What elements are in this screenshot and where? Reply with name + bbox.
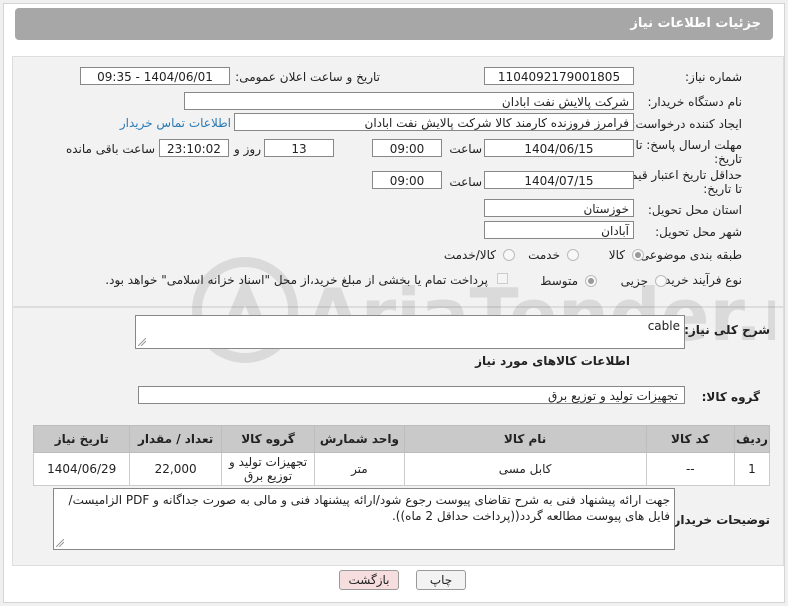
col-unit: واحد شمارش	[314, 425, 405, 453]
remaining-time-field: 23:10:02	[159, 139, 229, 157]
process-radio-medium[interactable]	[585, 275, 597, 287]
deadline-label: مهلت ارسال پاسخ: تا	[635, 138, 742, 152]
category-option-service: خدمت	[528, 248, 560, 262]
cell-row: 1	[733, 452, 771, 486]
goods-group-label: گروه کالا:	[701, 390, 760, 404]
remaining-time-label: ساعت باقی مانده	[65, 142, 155, 156]
print-button[interactable]: چاپ	[416, 570, 466, 590]
category-option-goods: کالا	[608, 248, 625, 262]
table-row: 1 -- کابل مسی متر تجهیزات تولید و توزیع …	[32, 452, 771, 486]
category-option-goods-service: کالا/خدمت	[443, 248, 496, 262]
days-remaining-field: 13	[264, 139, 334, 157]
items-section-title: اطلاعات کالاهای مورد نیاز	[475, 354, 630, 368]
cell-need-date: 1404/06/29	[32, 452, 131, 486]
category-radio-service[interactable]	[567, 249, 579, 261]
process-option-minor: جزیی	[620, 274, 648, 288]
category-radio-goods[interactable]	[632, 249, 644, 261]
category-radio-goods-service[interactable]	[503, 249, 515, 261]
col-name: نام کالا	[403, 425, 647, 453]
buyer-notes-text: جهت ارائه پیشنهاد فنی به شرح تقاضای پیوس…	[68, 493, 670, 523]
col-code: کد کالا	[645, 425, 735, 453]
deadline-label-2: تاریخ:	[714, 152, 742, 166]
price-validity-date-field: 1404/07/15	[484, 171, 634, 189]
need-number-field: 1104092179001805	[484, 67, 634, 85]
resize-grip-icon[interactable]	[56, 539, 64, 547]
page-title: جزئیات اطلاعات نیاز	[630, 16, 761, 31]
category-label: طبقه بندی موضوعی:	[635, 248, 742, 262]
cell-unit: متر	[314, 452, 405, 486]
summary-textarea[interactable]: cable	[135, 315, 685, 349]
items-table: ردیف کد کالا نام کالا واحد شمارش گروه کا…	[32, 425, 771, 486]
buyer-org-field: شرکت پالایش نفت ابادان	[184, 92, 634, 110]
treasury-payment-checkbox[interactable]	[497, 273, 508, 284]
city-label: شهر محل تحویل:	[655, 225, 742, 239]
items-table-header: ردیف کد کالا نام کالا واحد شمارش گروه کا…	[32, 425, 771, 453]
province-label: استان محل تحویل:	[647, 203, 742, 217]
cell-quantity: 22,000	[129, 452, 222, 486]
summary-label: شرح کلی نیاز:	[684, 323, 770, 337]
deadline-date-field: 1404/06/15	[484, 139, 634, 157]
cell-group: تجهیزات تولید و توزیع برق	[220, 452, 316, 486]
process-option-medium: متوسط	[540, 274, 578, 288]
buyer-contact-link[interactable]: اطلاعات تماس خریدار	[120, 116, 231, 130]
announce-label: تاریخ و ساعت اعلان عمومی:	[235, 70, 380, 84]
process-radio-minor[interactable]	[655, 275, 667, 287]
cell-name: کابل مسی	[403, 452, 647, 486]
treasury-payment-note: پرداخت تمام یا بخشی از مبلغ خرید،از محل …	[105, 273, 488, 287]
deadline-time-field: 09:00	[372, 139, 442, 157]
creator-field: فرامرز فروزنده کارمند کالا شرکت پالایش ن…	[234, 113, 634, 131]
process-label: نوع فرآیند خرید :	[657, 273, 742, 287]
buyer-notes-label: توضیحات خریدار:	[668, 513, 770, 527]
creator-label: ایجاد کننده درخواست:	[631, 117, 742, 131]
buyer-org-label: نام دستگاه خریدار:	[647, 95, 743, 109]
price-validity-label-2: تا تاریخ:	[703, 182, 742, 196]
col-group: گروه کالا	[220, 425, 316, 453]
days-label: روز و	[234, 142, 261, 156]
page-header: جزئیات اطلاعات نیاز	[15, 8, 773, 40]
goods-group-field: تجهیزات تولید و توزیع برق	[138, 386, 685, 404]
deadline-time-label: ساعت	[449, 142, 482, 156]
col-quantity: تعداد / مقدار	[129, 425, 222, 453]
summary-text: cable	[647, 319, 680, 333]
col-need-date: تاریخ نیاز	[32, 425, 131, 453]
price-validity-label: حداقل تاریخ اعتبار قیمت:	[615, 168, 742, 182]
price-validity-time-field: 09:00	[372, 171, 442, 189]
col-row: ردیف	[733, 425, 771, 453]
cell-code: --	[645, 452, 735, 486]
province-field: خوزستان	[484, 199, 634, 217]
resize-grip-icon[interactable]	[138, 338, 146, 346]
need-number-label: شماره نیاز:	[685, 70, 742, 84]
city-field: آبادان	[484, 221, 634, 239]
buyer-notes-textarea[interactable]: جهت ارائه پیشنهاد فنی به شرح تقاضای پیوس…	[53, 488, 675, 550]
price-time-label: ساعت	[449, 175, 482, 189]
announce-datetime-field: 1404/06/01 - 09:35	[80, 67, 230, 85]
back-button[interactable]: بازگشت	[339, 570, 399, 590]
